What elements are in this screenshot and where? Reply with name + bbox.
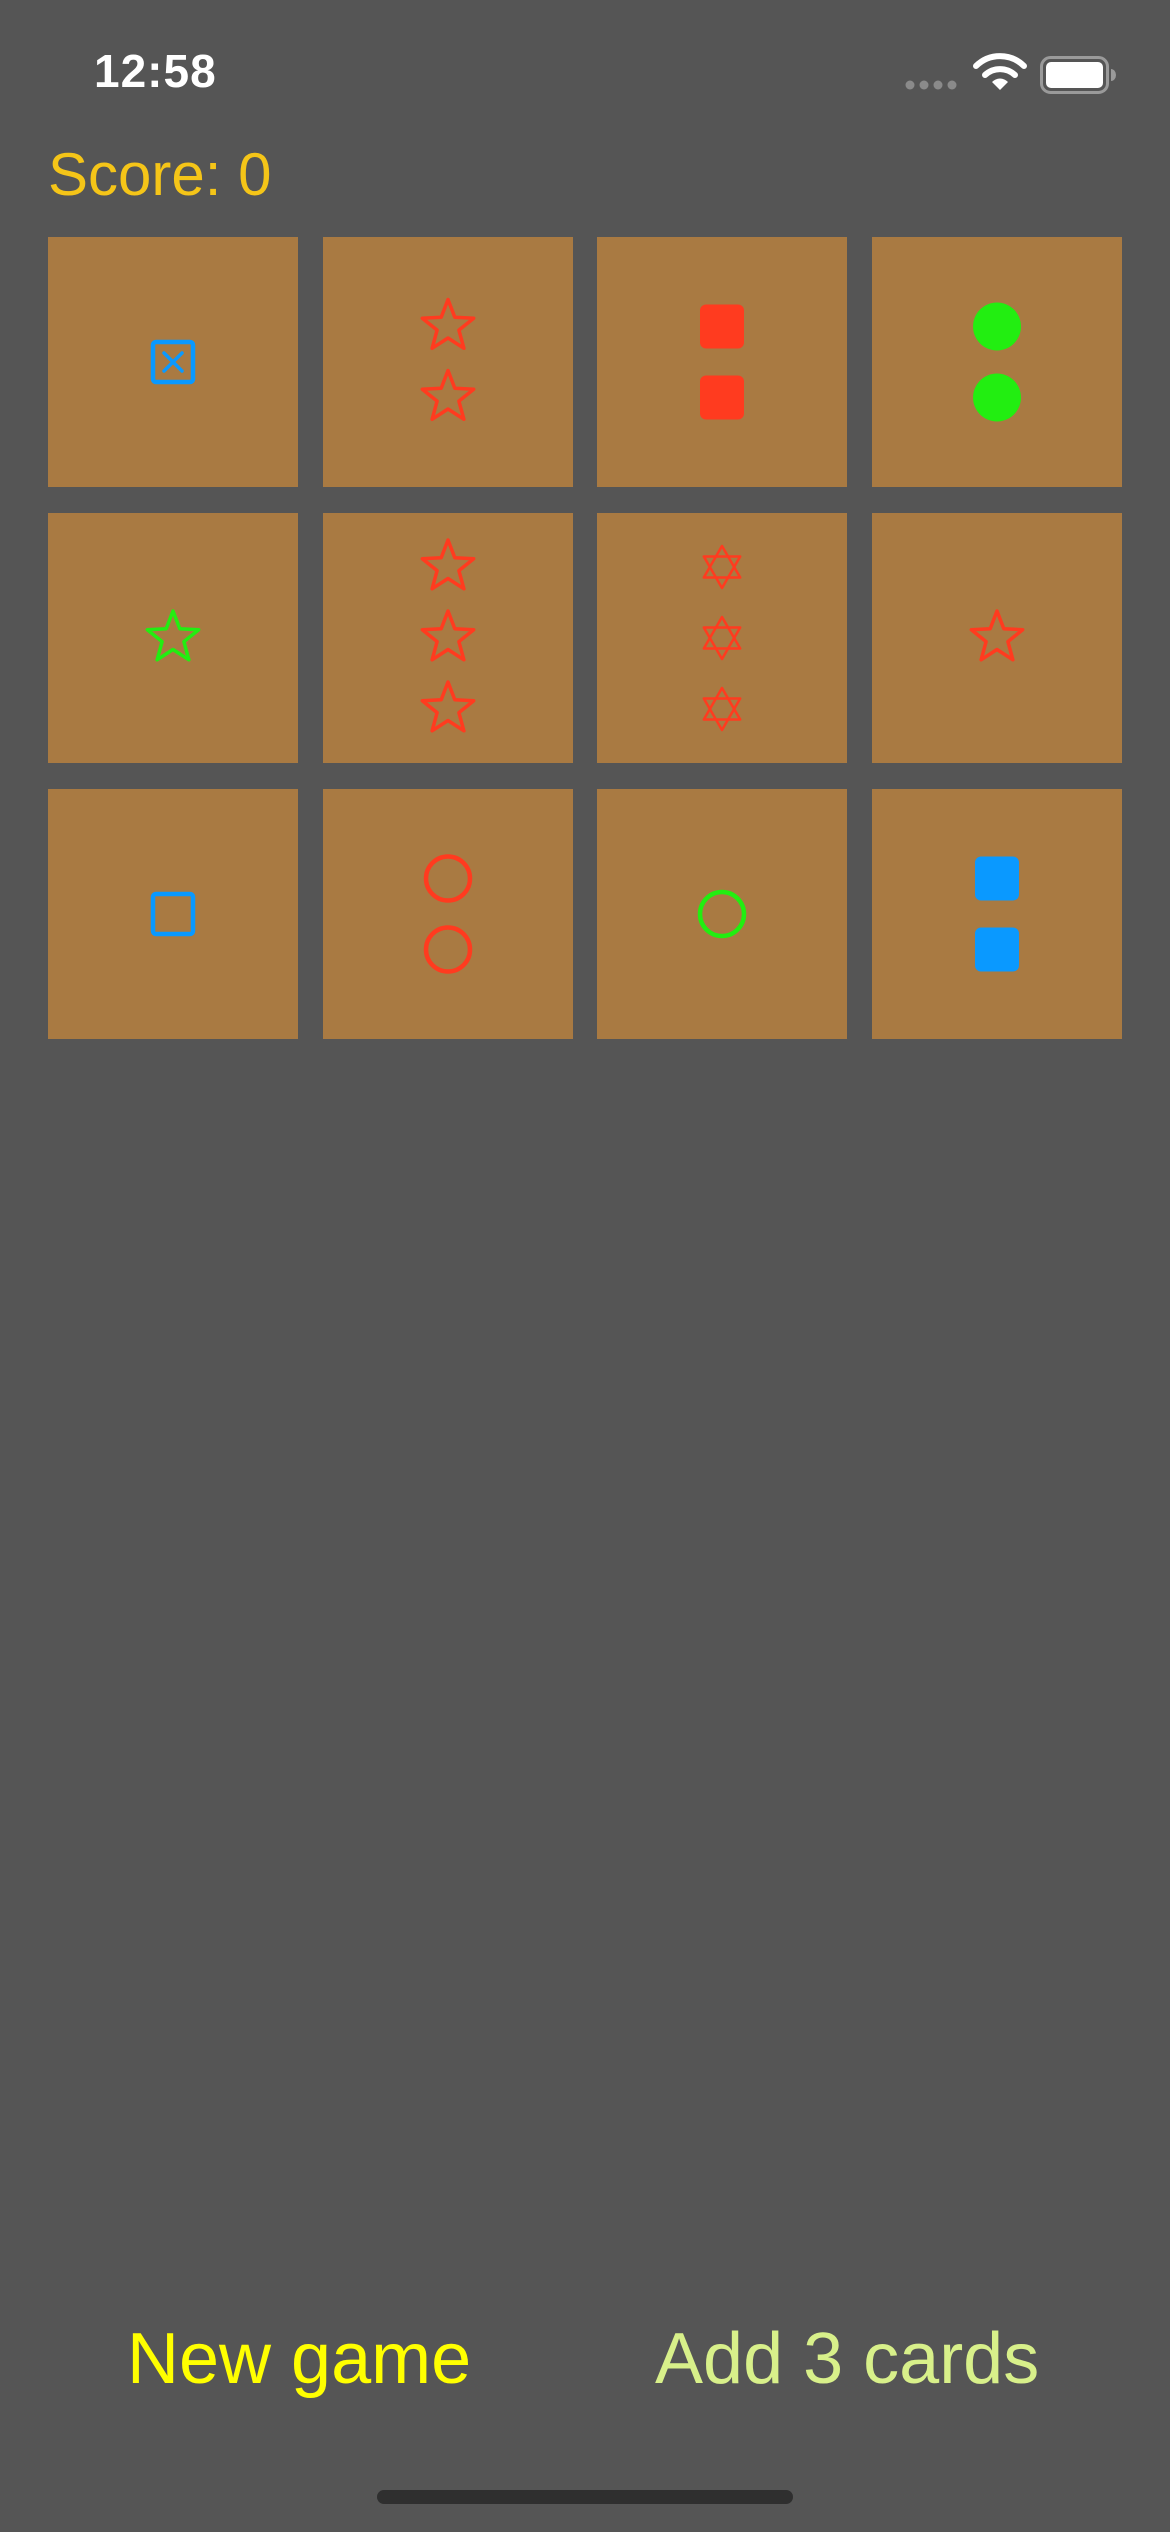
card-1[interactable]	[48, 237, 298, 487]
card-symbols	[150, 339, 196, 385]
square-symbol	[150, 891, 196, 937]
battery-icon	[1040, 56, 1116, 94]
card-7[interactable]	[597, 513, 847, 763]
hexagram-symbol	[702, 544, 742, 590]
add-3-cards-button[interactable]: Add 3 cards	[655, 2318, 1045, 2401]
circle-symbol	[423, 925, 473, 974]
square-symbol	[975, 856, 1019, 901]
star-symbol	[420, 609, 476, 662]
cellular-signal-icon	[905, 80, 957, 90]
card-12[interactable]	[872, 789, 1122, 1039]
circle-symbol	[697, 889, 747, 939]
square-symbol	[700, 375, 744, 420]
status-time: 12:58	[94, 45, 217, 97]
card-symbols	[969, 609, 1025, 662]
home-indicator	[377, 2490, 793, 2504]
card-symbols	[145, 609, 201, 662]
card-5[interactable]	[48, 513, 298, 763]
card-symbols	[700, 304, 744, 420]
circle-symbol	[973, 373, 1021, 422]
square-symbol	[700, 304, 744, 349]
circle-symbol	[973, 302, 1021, 351]
card-symbols	[697, 889, 747, 939]
star-symbol	[420, 538, 476, 591]
card-symbols	[702, 544, 742, 732]
hexagram-symbol	[702, 686, 742, 732]
card-symbols	[423, 854, 473, 974]
card-symbols	[150, 891, 196, 937]
card-2[interactable]	[323, 237, 573, 487]
card-6[interactable]	[323, 513, 573, 763]
star-symbol	[420, 368, 476, 422]
card-symbols	[420, 297, 476, 422]
card-symbols	[975, 856, 1019, 972]
star-symbol	[420, 297, 476, 351]
wifi-icon	[973, 53, 1027, 90]
score-label: Score: 0	[48, 141, 272, 208]
star-symbol	[969, 609, 1025, 662]
hexagram-symbol	[702, 615, 742, 661]
star-symbol	[420, 680, 476, 733]
card-9[interactable]	[48, 789, 298, 1039]
card-11[interactable]	[597, 789, 847, 1039]
card-3[interactable]	[597, 237, 847, 487]
star-symbol	[145, 609, 201, 662]
circle-symbol	[423, 854, 473, 903]
square-x-symbol	[150, 339, 196, 385]
card-symbols	[420, 538, 476, 733]
square-symbol	[975, 927, 1019, 972]
card-10[interactable]	[323, 789, 573, 1039]
card-symbols	[973, 302, 1021, 422]
card-8[interactable]	[872, 513, 1122, 763]
new-game-button[interactable]: New game	[127, 2318, 472, 2401]
card-4[interactable]	[872, 237, 1122, 487]
